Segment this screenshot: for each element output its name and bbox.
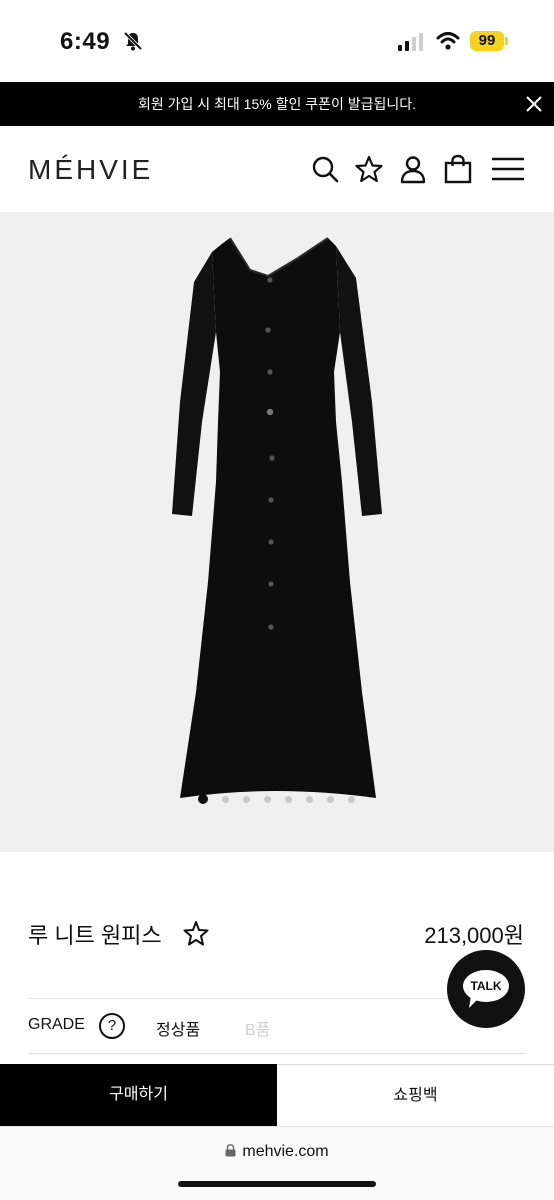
wishlist-star-icon[interactable] xyxy=(183,920,209,946)
status-bar: 6:49 99 xyxy=(0,0,554,82)
gallery-pagination[interactable] xyxy=(0,794,554,806)
browser-address-bar[interactable]: mehvie.com xyxy=(0,1126,554,1200)
grade-option-b[interactable]: B품 xyxy=(245,1016,270,1040)
promo-banner: 회원 가입 시 최대 15% 할인 쿠폰이 발급됩니다. xyxy=(0,82,554,126)
site-header: MÉHVIE xyxy=(0,126,554,212)
pagination-dot[interactable] xyxy=(198,794,208,804)
grade-label: GRADE xyxy=(28,1016,85,1033)
pagination-dot[interactable] xyxy=(222,796,229,803)
cellular-signal-icon xyxy=(398,33,423,51)
search-icon[interactable] xyxy=(310,154,340,184)
product-image xyxy=(172,237,382,798)
menu-icon[interactable] xyxy=(490,154,526,184)
lock-icon xyxy=(225,1144,236,1157)
status-time: 6:49 xyxy=(60,28,111,55)
product-image-gallery[interactable] xyxy=(0,212,554,852)
add-to-bag-button[interactable]: 쇼핑백 xyxy=(277,1064,554,1126)
url-text: mehvie.com xyxy=(242,1143,329,1160)
help-icon[interactable]: ? xyxy=(99,1013,125,1039)
product-price: 213,000원 xyxy=(424,923,524,948)
pagination-dot[interactable] xyxy=(327,796,334,803)
star-icon[interactable] xyxy=(354,154,384,184)
battery-tip xyxy=(505,37,508,45)
close-icon[interactable] xyxy=(524,94,544,114)
wifi-icon xyxy=(436,32,460,50)
bell-muted-icon xyxy=(123,31,143,51)
buy-button[interactable]: 구매하기 xyxy=(0,1064,277,1126)
chat-talk-button[interactable]: TALK xyxy=(447,950,525,1028)
pagination-dot[interactable] xyxy=(243,796,250,803)
url-display[interactable]: mehvie.com xyxy=(0,1143,554,1161)
divider xyxy=(28,1053,526,1054)
pagination-dot[interactable] xyxy=(348,796,355,803)
pagination-dot[interactable] xyxy=(306,796,313,803)
shopping-bag-icon[interactable] xyxy=(443,154,473,184)
brand-logo[interactable]: MÉHVIE xyxy=(28,154,153,186)
product-name: 루 니트 원피스 xyxy=(28,923,162,948)
grade-option-normal[interactable]: 정상품 xyxy=(156,1016,200,1040)
home-indicator[interactable] xyxy=(178,1181,376,1187)
pagination-dot[interactable] xyxy=(264,796,271,803)
chat-bubble-tail xyxy=(469,996,481,1008)
user-icon[interactable] xyxy=(398,154,428,184)
pagination-dot[interactable] xyxy=(285,796,292,803)
battery-indicator: 99 xyxy=(470,31,504,51)
promo-banner-text: 회원 가입 시 최대 15% 할인 쿠폰이 발급됩니다. xyxy=(137,96,417,112)
